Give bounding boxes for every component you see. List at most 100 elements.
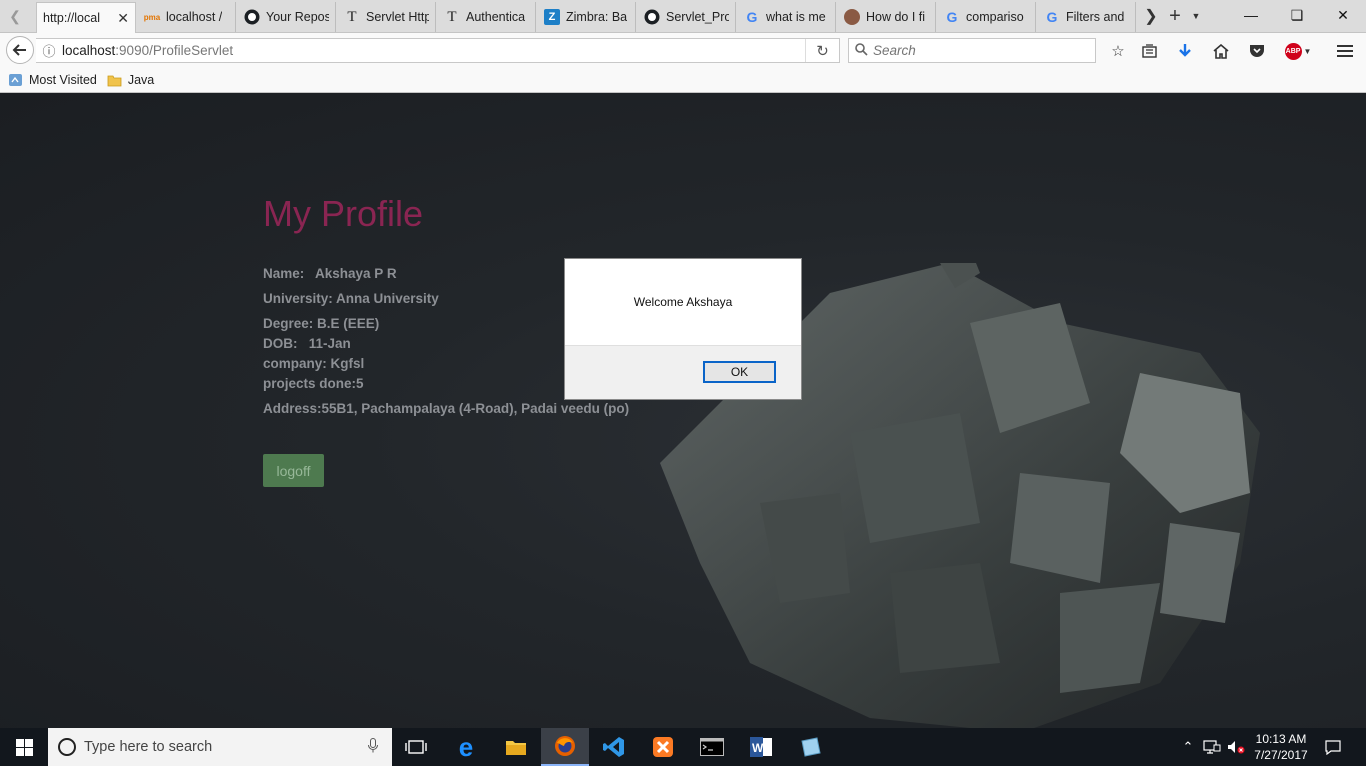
tab-label: http://local (43, 11, 100, 25)
tab-scroll-left-button[interactable]: ❮ (0, 0, 30, 32)
home-icon[interactable] (1210, 40, 1232, 62)
tab-your-repos[interactable]: Your Repos (238, 2, 336, 32)
navigation-bar: ⓘ localhost:9090/ProfileServlet ↻ ☆ ABP … (0, 33, 1366, 67)
back-arrow-icon (12, 44, 26, 56)
logoff-button[interactable]: logoff (263, 454, 324, 487)
alert-footer: OK (565, 345, 801, 399)
reload-icon[interactable]: ↻ (805, 39, 839, 62)
url-host: localhost (62, 43, 116, 58)
system-clock[interactable]: 10:13 AM 7/27/2017 (1246, 731, 1316, 763)
most-visited-icon (9, 73, 22, 86)
info-icon[interactable]: ⓘ (36, 41, 62, 60)
clock-date: 7/27/2017 (1254, 748, 1308, 762)
tab-strip: ❮ http://local ✕ pma localhost / Your Re… (0, 0, 1366, 33)
page-content: My Profile Name: Akshaya P R University:… (0, 93, 1366, 728)
tab-zimbra[interactable]: Z Zimbra: Ba (538, 2, 636, 32)
action-center-icon[interactable] (1318, 728, 1348, 766)
visual-studio-code-icon[interactable] (590, 728, 638, 766)
tab-list-dropdown-icon[interactable]: ▼ (1188, 0, 1204, 32)
tab-label: Servlet_Pro (666, 10, 729, 24)
user-icon (844, 9, 860, 25)
t-icon: T (447, 8, 457, 25)
url-path: :9090/ProfileServlet (115, 43, 234, 58)
start-button[interactable] (0, 728, 48, 766)
tab-label: Zimbra: Ba (566, 10, 628, 24)
tab-label: compariso (966, 10, 1024, 24)
xampp-icon[interactable] (639, 728, 687, 766)
task-view-icon[interactable] (392, 728, 440, 766)
search-input[interactable] (873, 43, 1073, 58)
bookmark-java[interactable]: Java (107, 73, 154, 87)
close-window-button[interactable]: ✕ (1320, 0, 1366, 30)
taskbar-search-placeholder: Type here to search (84, 739, 213, 755)
back-button[interactable] (6, 36, 34, 64)
file-explorer-icon[interactable] (492, 728, 540, 766)
tab-what-is-me[interactable]: G what is me (738, 2, 836, 32)
tab-label: Servlet Http (366, 10, 429, 24)
ok-button[interactable]: OK (703, 361, 776, 383)
tab-how-do-i[interactable]: How do I fi (838, 2, 936, 32)
bookmark-label: Most Visited (29, 72, 97, 87)
clock-time: 10:13 AM (1255, 732, 1307, 746)
tab-comparison[interactable]: G compariso (938, 2, 1036, 32)
tab-profile-servlet[interactable]: http://local ✕ (36, 2, 136, 33)
profile-company: company: Kgfsl (263, 356, 365, 371)
minimize-button[interactable]: — (1228, 0, 1274, 30)
taskbar: Type here to search e W ⌃ 10:13 AM 7/27/… (0, 728, 1366, 766)
new-tab-button[interactable]: + (1164, 0, 1186, 32)
restore-button[interactable]: ❏ (1274, 0, 1320, 30)
bookmark-star-icon[interactable]: ☆ (1107, 40, 1129, 62)
tab-label: localhost / (166, 10, 223, 24)
profile-name: Name: Akshaya P R (263, 266, 397, 281)
edge-icon[interactable]: e (442, 728, 490, 766)
word-icon[interactable]: W (737, 728, 785, 766)
bookmark-label: Java (127, 72, 155, 87)
tab-label: Your Repos (266, 10, 329, 24)
microphone-icon[interactable] (368, 738, 378, 756)
profile-degree: Degree: B.E (EEE) (263, 316, 380, 331)
search-bar[interactable] (848, 38, 1096, 63)
windows-logo-icon (15, 738, 33, 756)
github-icon (644, 9, 660, 25)
tab-label: what is me (766, 10, 826, 24)
t-icon: T (347, 8, 357, 25)
tab-authentica[interactable]: T Authentica (438, 2, 536, 32)
app-icon[interactable] (786, 728, 834, 766)
reading-list-icon[interactable] (1138, 40, 1160, 62)
google-icon: G (1046, 9, 1058, 25)
tab-servlet-http[interactable]: T Servlet Http (338, 2, 436, 32)
bookmarks-toolbar: Most Visited Java (0, 67, 1366, 93)
show-hidden-icons-icon[interactable]: ⌃ (1180, 728, 1196, 766)
github-icon (244, 9, 260, 25)
url-text: localhost:9090/ProfileServlet (62, 43, 233, 58)
google-icon: G (746, 9, 758, 25)
downloads-icon[interactable] (1174, 40, 1196, 62)
profile-projects: projects done:5 (263, 376, 364, 391)
google-icon: G (946, 9, 958, 25)
tab-scroll-right-button[interactable]: ❯ (1140, 0, 1162, 32)
adblock-plus-icon: ABP (1284, 42, 1302, 60)
folder-icon (107, 75, 122, 86)
dropdown-arrow-icon: ▼ (1303, 46, 1312, 56)
tab-label: Authentica (466, 10, 526, 24)
tab-localhost[interactable]: pma localhost / (138, 2, 236, 32)
taskbar-search-box[interactable]: Type here to search (48, 728, 392, 766)
close-tab-icon[interactable]: ✕ (113, 10, 129, 27)
alert-dialog: Welcome Akshaya OK (564, 258, 802, 400)
tab-filters-and[interactable]: G Filters and (1038, 2, 1136, 32)
adblock-plus-button[interactable]: ABP ▼ (1283, 40, 1313, 62)
url-bar[interactable]: ⓘ localhost:9090/ProfileServlet ↻ (36, 38, 840, 63)
network-icon[interactable] (1201, 728, 1223, 766)
menu-hamburger-icon[interactable] (1334, 40, 1356, 62)
pocket-icon[interactable] (1246, 40, 1268, 62)
firefox-icon[interactable] (541, 728, 589, 766)
cortana-icon (58, 738, 76, 756)
bookmark-most-visited[interactable]: Most Visited (8, 73, 97, 87)
alert-message: Welcome Akshaya (633, 295, 733, 309)
volume-muted-icon[interactable] (1225, 728, 1247, 766)
search-icon (855, 42, 868, 59)
svg-text:W: W (752, 741, 764, 755)
command-prompt-icon[interactable] (688, 728, 736, 766)
tab-servlet-pro[interactable]: Servlet_Pro (638, 2, 736, 32)
profile-dob: DOB: 11-Jan (263, 336, 351, 351)
